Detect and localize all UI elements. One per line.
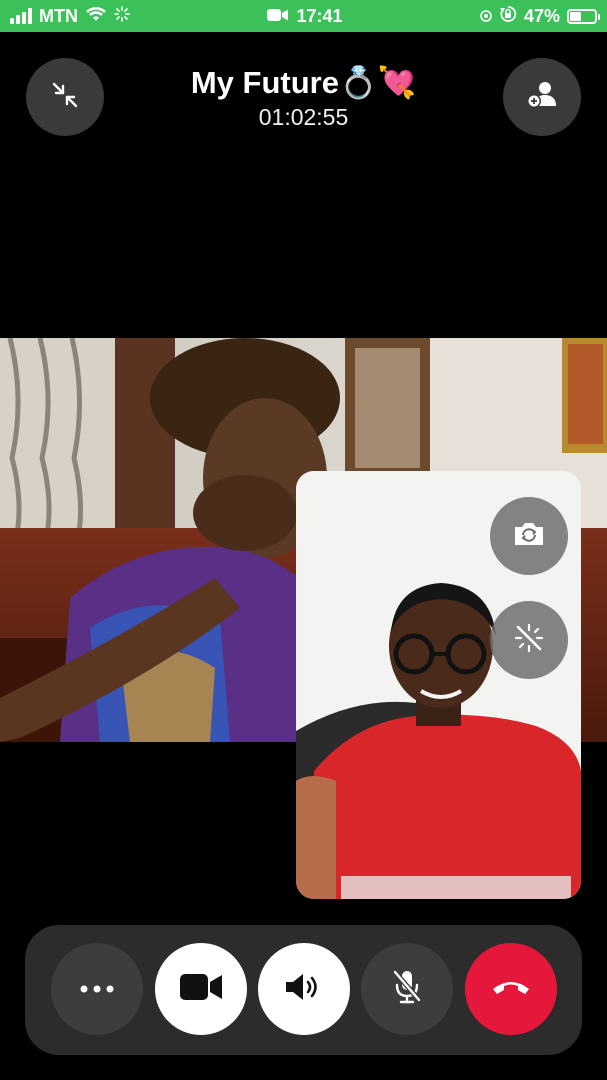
mic-off-icon — [391, 969, 423, 1010]
status-bar: MTN 17:41 47% — [0, 0, 607, 32]
carrier-label: MTN — [39, 5, 78, 26]
battery-percent: 47% — [523, 5, 560, 26]
video-toggle-button[interactable] — [155, 943, 247, 1035]
status-time: 17:41 — [296, 5, 343, 26]
magic-wand-off-icon — [513, 622, 545, 659]
speaker-icon — [284, 971, 324, 1008]
status-left: MTN — [10, 6, 130, 27]
video-camera-icon — [267, 6, 289, 27]
speaker-button[interactable] — [258, 943, 350, 1035]
status-right: 47% — [480, 5, 600, 28]
call-controls — [25, 925, 582, 1055]
more-options-button[interactable] — [51, 943, 143, 1035]
rotation-lock-icon — [499, 5, 517, 28]
mute-button[interactable] — [361, 943, 453, 1035]
loading-icon — [114, 5, 130, 27]
video-camera-icon — [179, 972, 223, 1007]
ellipsis-icon — [80, 980, 114, 998]
add-participant-button[interactable] — [503, 58, 581, 136]
status-center: 17:41 — [267, 5, 343, 27]
wifi-icon — [85, 6, 107, 27]
add-person-icon — [525, 80, 559, 115]
end-call-button[interactable] — [465, 943, 557, 1035]
battery-level — [569, 11, 582, 21]
location-icon — [480, 6, 492, 27]
flip-camera-button[interactable] — [490, 497, 568, 575]
camera-flip-icon — [512, 521, 546, 552]
phone-hangup-icon — [490, 977, 532, 1002]
signal-icon — [10, 8, 32, 24]
effects-button[interactable] — [490, 601, 568, 679]
battery-icon — [566, 8, 600, 24]
self-view[interactable] — [296, 471, 581, 899]
